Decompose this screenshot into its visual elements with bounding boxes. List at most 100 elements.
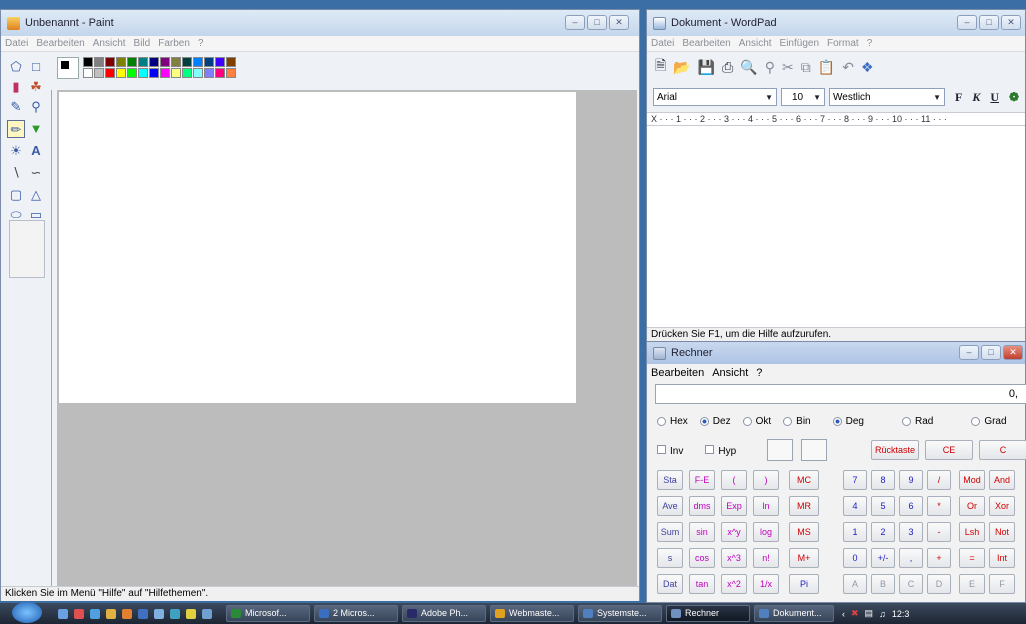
folder-icon[interactable]: [106, 608, 116, 619]
security-icon[interactable]: ✖: [851, 608, 859, 619]
calc-key[interactable]: cos: [689, 548, 715, 568]
clock[interactable]: 12:3: [892, 609, 910, 619]
font-select[interactable]: Arial ▼: [653, 88, 777, 106]
radio-deg[interactable]: Deg: [832, 416, 864, 427]
internet-icon[interactable]: [90, 608, 100, 619]
minimize-icon[interactable]: –: [959, 345, 979, 360]
palette-swatch[interactable]: [138, 57, 148, 67]
calc-key[interactable]: E: [959, 574, 985, 594]
brush-icon[interactable]: ▼: [27, 120, 45, 138]
undo-icon[interactable]: ↶: [842, 59, 854, 76]
backspace-button[interactable]: Rücktaste: [871, 440, 919, 460]
media-icon[interactable]: [122, 608, 132, 619]
palette-swatch[interactable]: [94, 57, 104, 67]
ruler[interactable]: X · · · 1 · · · 2 · · · 3 · · · 4 · · · …: [647, 112, 1025, 126]
wordpad-menu-0[interactable]: Datei: [651, 38, 674, 49]
palette-swatch[interactable]: [160, 68, 170, 78]
calc-key[interactable]: Mod: [959, 470, 985, 490]
fill-icon[interactable]: ☘: [27, 78, 45, 96]
taskbar-button[interactable]: Dokument...: [754, 605, 834, 622]
calc-key[interactable]: x^2: [721, 574, 747, 594]
calc-key[interactable]: 7: [843, 470, 867, 490]
palette-swatch[interactable]: [204, 68, 214, 78]
wordpad-menu-1[interactable]: Bearbeiten: [682, 38, 730, 49]
clear-button[interactable]: C: [979, 440, 1026, 460]
magnifier-icon[interactable]: ⚲: [27, 98, 45, 116]
palette-swatch[interactable]: [138, 68, 148, 78]
paint-menu-3[interactable]: Bild: [134, 38, 151, 49]
airbrush-icon[interactable]: ☀: [7, 142, 25, 160]
calc-key[interactable]: MR: [789, 496, 819, 516]
calc-key[interactable]: ln: [753, 496, 779, 516]
calc-key[interactable]: +/-: [871, 548, 895, 568]
calc-key[interactable]: 4: [843, 496, 867, 516]
palette-swatch[interactable]: [149, 68, 159, 78]
calc-key[interactable]: Ave: [657, 496, 683, 516]
palette-swatch[interactable]: [193, 68, 203, 78]
script-select[interactable]: Westlich ▼: [829, 88, 945, 106]
network-icon[interactable]: ▤: [865, 608, 874, 619]
palette-swatch[interactable]: [226, 68, 236, 78]
calc-key[interactable]: 1/x: [753, 574, 779, 594]
calc-key[interactable]: D: [927, 574, 951, 594]
radio-hex[interactable]: Hex: [657, 416, 688, 427]
calc-key[interactable]: =: [959, 548, 985, 568]
font-size-select[interactable]: 10 ▼: [781, 88, 825, 106]
clear-entry-button[interactable]: CE: [925, 440, 973, 460]
calc-key[interactable]: Int: [989, 548, 1015, 568]
calc-key[interactable]: x^3: [721, 548, 747, 568]
calc-key[interactable]: M+: [789, 548, 819, 568]
mail-icon[interactable]: [138, 608, 148, 619]
paint-menu-2[interactable]: Ansicht: [93, 38, 126, 49]
paint-menu-4[interactable]: Farben: [158, 38, 190, 49]
canvas-area[interactable]: [57, 90, 637, 586]
palette-swatch[interactable]: [226, 57, 236, 67]
calc-key[interactable]: A: [843, 574, 867, 594]
taskbar-button[interactable]: Adobe Ph...: [402, 605, 486, 622]
palette-swatch[interactable]: [149, 57, 159, 67]
paste-icon[interactable]: 📋: [818, 59, 835, 76]
radio-okt[interactable]: Okt: [742, 416, 771, 427]
radio-dez[interactable]: Dez: [699, 416, 731, 427]
calc-key[interactable]: sin: [689, 522, 715, 542]
calc-key[interactable]: Not: [989, 522, 1015, 542]
calculator-titlebar[interactable]: Rechner – □ ✕: [647, 342, 1025, 364]
calc-key[interactable]: -: [927, 522, 951, 542]
current-colors[interactable]: [57, 57, 79, 79]
color-icon[interactable]: ❁: [1009, 90, 1019, 105]
wordpad-menu-2[interactable]: Ansicht: [739, 38, 772, 49]
calc-key[interactable]: 3: [899, 522, 923, 542]
wordpad-menu-4[interactable]: Format: [827, 38, 859, 49]
palette-swatch[interactable]: [160, 57, 170, 67]
close-icon[interactable]: ✕: [1001, 15, 1021, 30]
calc-key[interactable]: n!: [753, 548, 779, 568]
app-icon[interactable]: [202, 608, 212, 619]
calc-key[interactable]: 2: [871, 522, 895, 542]
palette-swatch[interactable]: [83, 68, 93, 78]
wordpad-menu-3[interactable]: Einfügen: [780, 38, 819, 49]
radio-bin[interactable]: Bin: [783, 416, 811, 427]
calc-key[interactable]: 8: [871, 470, 895, 490]
calc-key[interactable]: ): [753, 470, 779, 490]
find-icon[interactable]: ⚲: [765, 59, 775, 76]
app-icon[interactable]: [170, 608, 180, 619]
calc-key[interactable]: Exp: [721, 496, 747, 516]
print-icon[interactable]: ⎙: [722, 59, 733, 76]
palette-swatch[interactable]: [127, 57, 137, 67]
wordpad-titlebar[interactable]: Dokument - WordPad – □ ✕: [647, 10, 1025, 36]
calc-key[interactable]: 6: [899, 496, 923, 516]
new-document-icon[interactable]: 🗎: [655, 55, 666, 79]
tray-arrow-icon[interactable]: ‹: [842, 609, 845, 619]
radio-grad[interactable]: Grad: [971, 416, 1007, 427]
calc-key[interactable]: dms: [689, 496, 715, 516]
eraser-icon[interactable]: ▮: [7, 78, 25, 96]
calc-key[interactable]: tan: [689, 574, 715, 594]
palette-swatch[interactable]: [83, 57, 93, 67]
browser-icon[interactable]: [74, 608, 84, 619]
calc-key[interactable]: F: [989, 574, 1015, 594]
paint-titlebar[interactable]: Unbenannt - Paint – □ ✕: [1, 10, 639, 36]
color-picker-icon[interactable]: ✎: [7, 98, 25, 116]
calc-key[interactable]: s: [657, 548, 683, 568]
paint-menu-5[interactable]: ?: [198, 38, 204, 49]
curve-icon[interactable]: ∽: [27, 164, 45, 182]
